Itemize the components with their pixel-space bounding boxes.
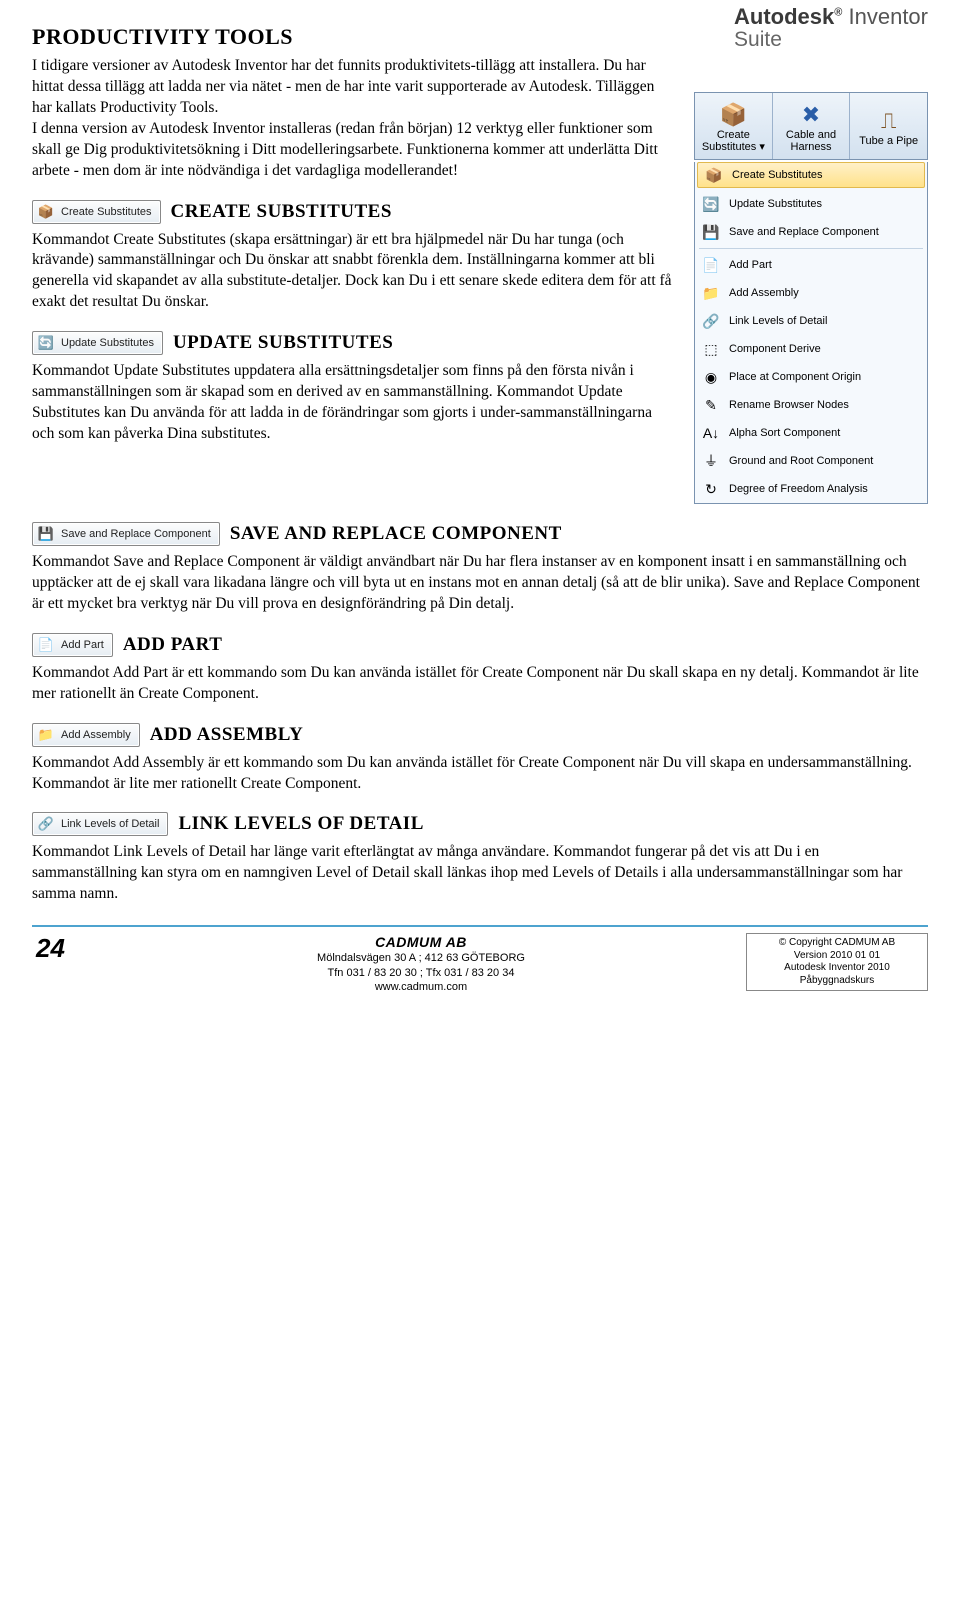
footer-company: CADMUM AB [96,933,746,951]
part-icon: 📄 [701,257,721,274]
add-part-body: Kommandot Add Part är ett kommando som D… [32,663,928,705]
save-icon: 💾 [701,224,721,241]
link-lod-heading: LINK LEVELS OF DETAIL [178,813,423,835]
page-footer: 24 CADMUM AB Mölndalsvägen 30 A ; 412 63… [32,925,928,994]
create-substitutes-body: Kommandot Create Substitutes (skapa ersä… [32,230,674,314]
footer-addr1: Mölndalsvägen 30 A ; 412 63 GÖTEBORG [96,951,746,965]
menu-update-substitutes[interactable]: 🔄Update Substitutes [695,190,927,218]
ribbon-cable-harness[interactable]: ✖ Cable and Harness [773,93,851,159]
add-part-button[interactable]: 📄 Add Part [32,633,113,657]
create-substitutes-heading: CREATE SUBSTITUTES [171,201,392,223]
pipe-icon: ⎍ [881,109,896,133]
brand-autodesk: Autodesk [734,4,834,29]
menu-place-origin[interactable]: ◉Place at Component Origin [695,363,927,391]
add-assembly-heading: ADD ASSEMBLY [150,724,304,746]
create-substitutes-button[interactable]: 📦 Create Substitutes [32,200,161,224]
menu-create-substitutes[interactable]: 📦Create Substitutes [697,162,925,188]
intro-paragraph: I tidigare versioner av Autodesk Invento… [32,56,674,182]
box-icon: 📦 [720,103,747,127]
assembly-icon: 📁 [37,727,55,743]
menu-dof-analysis[interactable]: ↻Degree of Freedom Analysis [695,475,927,503]
menu-ground-root[interactable]: ⏚Ground and Root Component [695,447,927,475]
footer-copyright-box: © Copyright CADMUM AB Version 2010 01 01… [746,933,928,991]
menu-rename-nodes[interactable]: ✎Rename Browser Nodes [695,391,927,419]
cable-icon: ✖ [802,103,820,127]
brand-inventor: Inventor [849,4,929,29]
part-icon: 📄 [37,637,55,653]
menu-component-derive[interactable]: ⬚Component Derive [695,335,927,363]
footer-url: www.cadmum.com [96,980,746,994]
ground-icon: ⏚ [701,451,721,471]
refresh-icon: 🔄 [701,196,721,213]
link-lod-button[interactable]: 🔗 Link Levels of Detail [32,812,168,836]
page-number: 24 [32,933,96,964]
menu-separator [699,248,923,249]
menu-add-part[interactable]: 📄Add Part [695,251,927,279]
refresh-icon: 🔄 [37,335,55,351]
dropdown-panel: 📦Create Substitutes 🔄Update Substitutes … [694,162,928,504]
ribbon-tube-pipe[interactable]: ⎍ Tube a Pipe [850,93,927,159]
add-assembly-body: Kommandot Add Assembly är ett kommando s… [32,753,928,795]
save-replace-button[interactable]: 💾 Save and Replace Component [32,522,220,546]
sort-icon: A↓ [701,425,721,441]
derive-icon: ⬚ [701,341,721,358]
assembly-icon: 📁 [701,285,721,302]
add-part-heading: ADD PART [123,634,223,656]
rename-icon: ✎ [701,397,721,414]
brand-logo: Autodesk® Inventor Suite [734,4,928,52]
update-substitutes-body: Kommandot Update Substitutes uppdatera a… [32,361,674,445]
footer-addr2: Tfn 031 / 83 20 30 ; Tfx 031 / 83 20 34 [96,966,746,980]
chevron-down-icon: ▾ [759,141,765,153]
ribbon-toolbar: 📦 Create Substitutes ▾ ✖ Cable and Harne… [694,92,928,160]
update-substitutes-heading: UPDATE SUBSTITUTES [173,332,393,354]
update-substitutes-button[interactable]: 🔄 Update Substitutes [32,331,163,355]
brand-suite: Suite [734,28,928,52]
ribbon-create-substitutes[interactable]: 📦 Create Substitutes ▾ [695,93,773,159]
dof-icon: ↻ [701,481,721,498]
box-icon: 📦 [704,167,724,184]
box-icon: 📦 [37,204,55,220]
menu-alpha-sort[interactable]: A↓Alpha Sort Component [695,419,927,447]
save-replace-heading: SAVE AND REPLACE COMPONENT [230,523,562,545]
save-replace-body: Kommandot Save and Replace Component är … [32,552,928,615]
origin-icon: ◉ [701,369,721,386]
menu-save-replace[interactable]: 💾Save and Replace Component [695,218,927,246]
save-icon: 💾 [37,526,55,542]
link-icon: 🔗 [37,816,55,832]
menu-link-lod[interactable]: 🔗Link Levels of Detail [695,307,927,335]
link-lod-body: Kommandot Link Levels of Detail har läng… [32,842,928,905]
link-icon: 🔗 [701,313,721,330]
menu-add-assembly[interactable]: 📁Add Assembly [695,279,927,307]
add-assembly-button[interactable]: 📁 Add Assembly [32,723,140,747]
